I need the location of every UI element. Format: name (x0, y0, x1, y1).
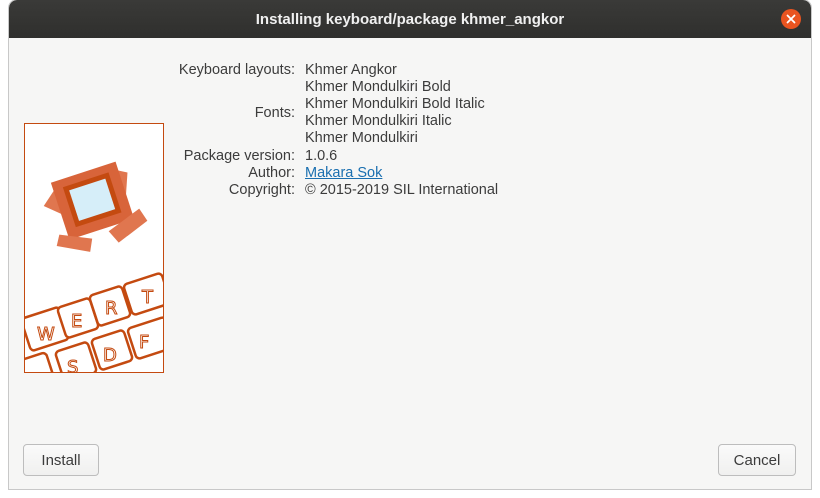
window-title: Installing keyboard/package khmer_angkor (255, 10, 565, 28)
font-value: Khmer Mondulkiri Bold (305, 79, 451, 95)
copyright-label: Copyright: (228, 182, 295, 198)
install-button[interactable]: Install (23, 444, 99, 476)
install-dialog: Installing keyboard/package khmer_angkor (9, 0, 811, 489)
keyboard-layout-value: Khmer Angkor (305, 62, 397, 78)
font-value: Khmer Mondulkiri Italic (305, 113, 452, 129)
cancel-button[interactable]: Cancel (718, 444, 796, 476)
package-version-label: Package version: (183, 148, 295, 164)
key-label: F (139, 332, 149, 353)
font-value: Khmer Mondulkiri (305, 130, 418, 146)
author-label: Author: (248, 165, 295, 181)
key-label: S (67, 357, 78, 372)
title-bar: Installing keyboard/package khmer_angkor (9, 0, 811, 38)
key-label: R (105, 298, 118, 319)
copyright-value: © 2015-2019 SIL International (305, 182, 499, 198)
author-link[interactable]: Makara Sok (305, 165, 382, 181)
key-label: E (71, 311, 82, 332)
close-icon (786, 14, 796, 24)
close-button[interactable] (781, 9, 801, 29)
key-label: D (103, 345, 117, 366)
key-label: T (141, 287, 154, 308)
key-label: W (37, 324, 55, 345)
package-version-value: 1.0.6 (305, 148, 338, 164)
keyboard-layouts-label: Keyboard layouts: (178, 62, 295, 78)
